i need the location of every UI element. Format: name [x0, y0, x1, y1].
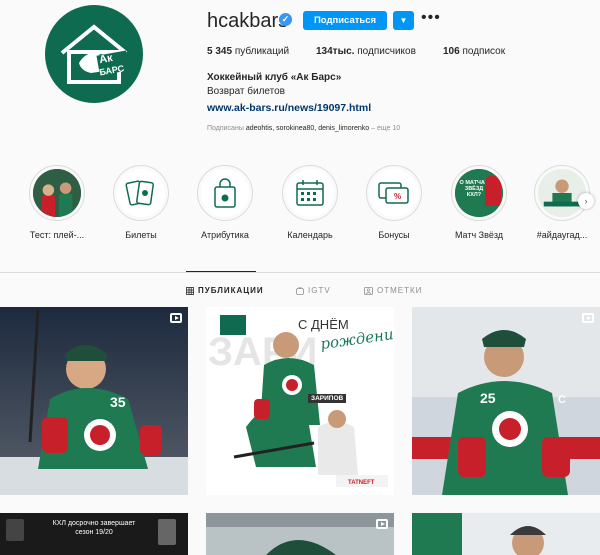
post-thumbnail[interactable]: 25 C — [412, 307, 600, 495]
more-options-button[interactable]: ••• — [421, 9, 441, 29]
highlight-label: Тест: плей-... — [29, 230, 85, 240]
igtv-icon — [296, 286, 304, 295]
bonus-card-icon: % — [370, 169, 418, 217]
highlight-item[interactable]: % Бонусы — [359, 165, 429, 240]
post-thumbnail[interactable]: КХЛ досрочно завершает сезон 19/20 — [0, 513, 188, 555]
tab-tagged-label: ОТМЕТКИ — [377, 286, 423, 295]
tag-icon — [364, 286, 373, 295]
post-bday-name: ЗАРИПОВ — [308, 394, 347, 403]
highlight-item[interactable]: О МАТЧАХ ЗВЁЗД КХЛ? Матч Звёзд — [444, 165, 514, 240]
profile-username: hcakbars — [207, 10, 289, 32]
ticket-icon — [117, 169, 165, 217]
verified-badge-icon: ✓ — [279, 13, 292, 26]
post-image — [412, 513, 600, 555]
highlight-cover — [197, 165, 253, 221]
following-count[interactable]: 106 подписок — [443, 46, 505, 57]
followed-by-text[interactable]: Подписаны adeohtis, sorokinea80, denis_l… — [207, 125, 400, 132]
highlight-label: Билеты — [125, 230, 157, 240]
posts-count-label: публикаций — [234, 46, 290, 57]
posts-count: 5 345 публикаций — [207, 46, 289, 57]
following-count-value: 106 — [443, 46, 460, 57]
highlight-thumbnail: О МАТЧАХ ЗВЁЗД КХЛ? — [455, 169, 503, 217]
shopping-bag-icon — [201, 169, 249, 217]
followed-by-users: adeohtis, sorokinea80, denis_limorenko — [245, 125, 370, 132]
jersey-number: 25 — [480, 390, 496, 406]
cup-icon — [158, 519, 176, 545]
highlight-cover — [29, 165, 85, 221]
svg-text:C: C — [558, 394, 566, 406]
khl-logo-icon — [6, 519, 24, 541]
follow-button[interactable]: Подписаться — [303, 11, 387, 30]
highlight-cover: % — [366, 165, 422, 221]
post-thumbnail[interactable] — [206, 513, 394, 555]
followed-by-suffix: – еще 10 — [371, 125, 401, 132]
video-icon — [170, 313, 182, 323]
highlight-cover — [113, 165, 169, 221]
ak-bars-logo: Ак БАРС — [60, 24, 130, 84]
followed-by-prefix: Подписаны — [207, 125, 244, 132]
profile-bio: Возврат билетов — [207, 86, 285, 97]
followers-count[interactable]: 134тыс. подписчиков — [316, 46, 416, 57]
profile-full-name: Хоккейный клуб «Ак Барс» — [207, 72, 342, 83]
svg-text:TATNEFT: TATNEFT — [348, 480, 375, 486]
svg-text:Ак: Ак — [98, 52, 114, 66]
post-image — [206, 513, 394, 555]
highlight-label: #айдаугад... — [536, 230, 588, 240]
highlights-next-button[interactable]: › — [578, 193, 594, 209]
highlight-cover: О МАТЧАХ ЗВЁЗД КХЛ? — [451, 165, 507, 221]
svg-text:%: % — [394, 192, 401, 201]
highlight-thumbnail — [538, 169, 586, 217]
highlight-label: Атрибутика — [201, 230, 249, 240]
following-count-label: подписок — [462, 46, 506, 57]
posts-count-value: 5 345 — [207, 46, 233, 57]
calendar-icon — [286, 169, 334, 217]
highlight-label: Бонусы — [378, 230, 410, 240]
video-icon — [582, 313, 594, 323]
highlight-item[interactable]: Атрибутика — [190, 165, 260, 240]
highlight-label: Календарь — [287, 230, 333, 240]
profile-website-link[interactable]: www.ak-bars.ru/news/19097.html — [207, 102, 371, 114]
highlight-label: Матч Звёзд — [454, 230, 504, 240]
highlight-thumbnail — [33, 169, 81, 217]
followers-count-value: 134тыс. — [316, 46, 355, 57]
tab-igtv-label: IGTV — [308, 286, 331, 295]
highlight-item[interactable]: Тест: плей-... — [22, 165, 92, 240]
ellipsis-icon: ••• — [421, 9, 441, 26]
chevron-right-icon: › — [584, 196, 588, 206]
tab-igtv[interactable]: IGTV — [296, 286, 331, 295]
post-caption-text: КХЛ досрочно завершает сезон 19/20 — [52, 520, 136, 536]
highlight-cover — [282, 165, 338, 221]
tab-posts[interactable]: ПУБЛИКАЦИИ — [186, 286, 264, 295]
tabs-divider — [0, 272, 600, 273]
highlight-item[interactable]: Билеты — [106, 165, 176, 240]
profile-avatar[interactable]: Ак БАРС — [45, 5, 143, 103]
post-thumbnail[interactable]: ЗАРИ TATNEFT С ДНЁМ рождения! ЗАРИПОВ — [206, 307, 394, 495]
suggested-dropdown-button[interactable]: ▼ — [393, 11, 414, 30]
post-thumbnail[interactable]: 35 — [0, 307, 188, 495]
grid-icon — [186, 286, 194, 295]
post-image: 35 — [0, 307, 188, 495]
active-tab-indicator — [186, 271, 256, 272]
followers-count-label: подписчиков — [357, 46, 416, 57]
highlight-item[interactable]: Календарь — [275, 165, 345, 240]
post-thumbnail[interactable] — [412, 513, 600, 555]
tab-posts-label: ПУБЛИКАЦИИ — [198, 286, 264, 295]
jersey-number: 35 — [110, 394, 126, 410]
post-image: 25 C — [412, 307, 600, 495]
tab-tagged[interactable]: ОТМЕТКИ — [364, 286, 422, 295]
video-icon — [376, 519, 388, 529]
chevron-down-icon: ▼ — [399, 16, 408, 25]
post-bday-title: С ДНЁМ — [298, 317, 349, 332]
